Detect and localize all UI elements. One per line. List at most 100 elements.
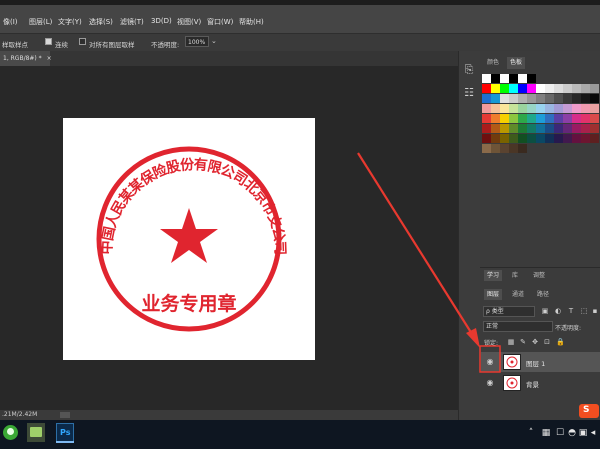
swatch[interactable] [500, 134, 509, 143]
swatch[interactable] [482, 144, 491, 153]
swatch[interactable] [509, 94, 518, 103]
swatch[interactable] [491, 114, 500, 123]
adjust-icon[interactable]: ⎘ [463, 63, 475, 77]
swatch[interactable] [500, 144, 509, 153]
menu-layer[interactable]: 图层(L) [29, 17, 52, 27]
swatch[interactable] [500, 94, 509, 103]
speaker-icon[interactable]: ◂ [588, 428, 598, 438]
swatch[interactable] [518, 104, 527, 113]
tab-channels[interactable]: 通道 [509, 289, 527, 300]
swatch[interactable] [536, 84, 545, 93]
tab-swatches[interactable]: 色板 [507, 57, 526, 69]
swatch[interactable] [581, 84, 590, 93]
swatch[interactable] [518, 144, 527, 153]
horizontal-scrollbar[interactable] [60, 412, 70, 418]
swatch[interactable] [527, 84, 536, 93]
close-icon[interactable]: × [47, 55, 52, 62]
swatch[interactable] [527, 134, 536, 143]
opacity-input[interactable]: 100% [185, 36, 209, 47]
shape-filter-icon[interactable]: ⬚ [580, 307, 588, 315]
lock-all-icon[interactable]: 🔒 [556, 338, 565, 346]
swatch[interactable] [545, 134, 554, 143]
swatch[interactable] [581, 94, 590, 103]
visibility-eye-icon[interactable]: ◉ [485, 357, 495, 367]
swatch[interactable] [527, 124, 536, 133]
swatch[interactable] [545, 94, 554, 103]
swatch[interactable] [500, 124, 509, 133]
tab-adjustments[interactable]: 调整 [530, 270, 548, 281]
swatch[interactable] [491, 94, 500, 103]
start-icon[interactable] [3, 425, 18, 440]
lock-transparency-icon[interactable]: ▦ [507, 338, 515, 346]
notification-icon[interactable]: ☐ [555, 428, 565, 438]
swatch[interactable] [509, 74, 518, 83]
artboard-icon[interactable]: ⊡ [543, 338, 551, 346]
swatch[interactable] [491, 134, 500, 143]
swatch[interactable] [563, 104, 572, 113]
blend-mode-select[interactable]: 正常 [483, 321, 553, 332]
visibility-eye-icon[interactable]: ◉ [485, 378, 495, 388]
swatch[interactable] [509, 124, 518, 133]
swatch[interactable] [590, 134, 599, 143]
menu-view[interactable]: 视图(V) [177, 17, 201, 27]
swatch[interactable] [509, 114, 518, 123]
swatch[interactable] [527, 104, 536, 113]
document-tab[interactable]: 1, RGB/8#) * × [0, 51, 52, 66]
swatch[interactable] [590, 84, 599, 93]
swatch[interactable] [518, 124, 527, 133]
swatch[interactable] [491, 84, 500, 93]
adjustment-filter-icon[interactable]: ◐ [554, 307, 562, 315]
swatch[interactable] [527, 74, 536, 83]
swatch[interactable] [572, 94, 581, 103]
menu-window[interactable]: 窗口(W) [207, 17, 233, 27]
swatch[interactable] [581, 104, 590, 113]
swatch[interactable] [482, 84, 491, 93]
opacity-dropdown-icon[interactable]: ⌄ [211, 37, 217, 45]
chevron-up-icon[interactable]: ˄ [526, 428, 536, 438]
swatch[interactable] [563, 84, 572, 93]
lock-paint-icon[interactable]: ✎ [519, 338, 527, 346]
swatch[interactable] [554, 94, 563, 103]
swatch[interactable] [536, 124, 545, 133]
document-canvas[interactable]: 中国人民某某保险股份有限公司北京市支公司 业务专用章 [63, 118, 315, 360]
lock-position-icon[interactable]: ✥ [531, 338, 539, 346]
swatch[interactable] [590, 114, 599, 123]
menu-select[interactable]: 选择(S) [89, 17, 113, 27]
swatch[interactable] [563, 114, 572, 123]
network-icon[interactable]: ▦ [541, 428, 551, 438]
tab-learn[interactable]: 学习 [484, 270, 503, 281]
swatch[interactable] [581, 114, 590, 123]
photoshop-app-icon[interactable]: Ps [56, 423, 74, 442]
swatch[interactable] [518, 134, 527, 143]
swatch[interactable] [482, 94, 491, 103]
swatch[interactable] [500, 84, 509, 93]
swatch[interactable] [545, 114, 554, 123]
swatch[interactable] [500, 114, 509, 123]
swatch[interactable] [572, 134, 581, 143]
swatch[interactable] [518, 114, 527, 123]
swatch[interactable] [482, 104, 491, 113]
swatch[interactable] [554, 124, 563, 133]
swatch[interactable] [491, 144, 500, 153]
swatch[interactable] [518, 94, 527, 103]
swatch[interactable] [536, 104, 545, 113]
swatch[interactable] [527, 94, 536, 103]
swatch[interactable] [536, 134, 545, 143]
swatch[interactable] [482, 134, 491, 143]
tab-layers[interactable]: 图层 [484, 289, 503, 300]
all-layers-checkbox[interactable] [79, 38, 86, 45]
swatch[interactable] [581, 134, 590, 143]
swatch[interactable] [572, 114, 581, 123]
tab-library[interactable]: 库 [509, 270, 521, 281]
swatch[interactable] [491, 124, 500, 133]
swatch[interactable] [572, 104, 581, 113]
swatch[interactable] [572, 84, 581, 93]
swatch[interactable] [509, 104, 518, 113]
menu-help[interactable]: 帮助(H) [239, 17, 264, 27]
menu-type[interactable]: 文字(Y) [58, 17, 82, 27]
swatch[interactable] [554, 84, 563, 93]
swatch[interactable] [482, 114, 491, 123]
swatch[interactable] [509, 84, 518, 93]
layer-row-layer1[interactable]: ◉ 图层 1 [481, 352, 600, 372]
swatch[interactable] [572, 124, 581, 133]
